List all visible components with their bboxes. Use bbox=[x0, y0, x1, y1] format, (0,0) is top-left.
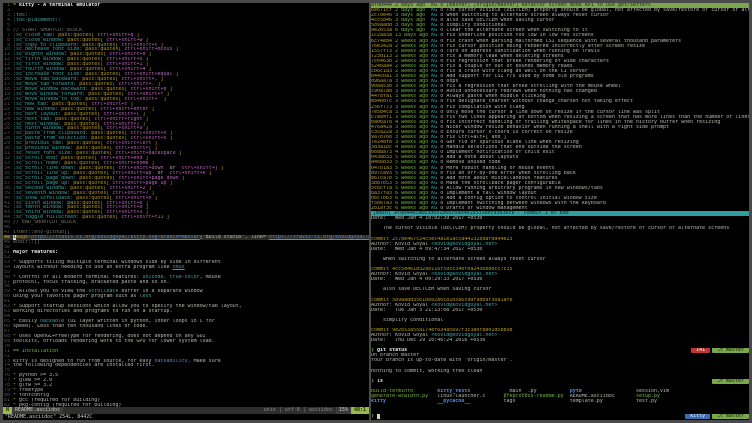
text-run: protocol, focus tracking, bracketed past… bbox=[13, 280, 170, 285]
text-run: // END_SHORTCUT_BLOCK bbox=[13, 220, 76, 225]
text-run: ] bbox=[167, 215, 170, 220]
text-run: ] bbox=[179, 151, 182, 156]
text-run: == Installation bbox=[13, 349, 58, 354]
text-run: ] bbox=[145, 117, 148, 122]
text-run: ] bbox=[148, 52, 151, 57]
text-run: Date: Tue Jan 3 21:13:08 2017 +0530 bbox=[371, 308, 482, 313]
prompt-right-badges: kitty ⎇ master bbox=[683, 414, 749, 419]
vim-statusline: N README.asciidoc unix | utf-8 | asciido… bbox=[3, 407, 369, 414]
text-run: The cursor visible (DECTCEM) property sh… bbox=[371, 226, 729, 231]
text-run: Date: Wed Jan 4 00:29:33 2017 +0530 bbox=[371, 277, 482, 282]
text-run: ] bbox=[151, 107, 154, 112]
text-run: . Make sure bbox=[188, 359, 221, 364]
text-run: working directories and programs to run … bbox=[13, 309, 173, 314]
text-run: test.py bbox=[636, 399, 657, 404]
text-run: Date: Wed Jan 4 09:47:34 2017 +0530 bbox=[371, 247, 482, 252]
text-run: `ctrl+shift+f11` bbox=[118, 215, 166, 220]
text-run: tags bbox=[503, 399, 569, 404]
text-run: __pycache__ bbox=[437, 399, 503, 404]
editor-buffer: 1= kitty - A terminal emulator2 3:toc:4:… bbox=[3, 3, 369, 407]
text-run: , mouse bbox=[200, 275, 221, 280]
statusline-spacer bbox=[63, 407, 261, 414]
statusline-scroll-percent: 15% bbox=[336, 407, 351, 414]
text-run: speed). Less than ten thousand lines of … bbox=[13, 324, 148, 329]
text-run: layouts without needing to use an extra … bbox=[13, 265, 173, 270]
cwd-badge: kitty bbox=[685, 414, 710, 419]
text-run: ] bbox=[155, 196, 158, 201]
text-run: ] bbox=[164, 97, 167, 102]
text-run: ] bbox=[170, 87, 173, 92]
pager-line: The cursor visible (DECTCEM) property sh… bbox=[371, 226, 749, 231]
vim-editor-pane[interactable]: 1= kitty - A terminal emulator2 3:toc:4:… bbox=[3, 3, 371, 420]
text-run: hackability bbox=[154, 359, 187, 364]
git-branch-badge: ⎇ master bbox=[712, 379, 749, 384]
text-run: toolkits, offloads rendering work to the… bbox=[13, 339, 215, 344]
text-run: https://travis-ci.org/kovidgoyal/kitty.s… bbox=[31, 235, 200, 240]
prompt-right-badges: ⎇ master bbox=[710, 379, 749, 384]
text-run: template.py bbox=[570, 399, 636, 404]
text-run: tmux bbox=[173, 265, 185, 270]
text-run: the following dependencies are installed… bbox=[13, 363, 154, 368]
prompt-row[interactable]: ❯ kitty ⎇ master bbox=[371, 414, 749, 419]
shell-window[interactable]: ❯ git status 141 ⎇ master On branch mast… bbox=[371, 348, 749, 419]
text-run: using your favorite pager program such a… bbox=[13, 294, 139, 299]
statusline-fileinfo: unix | utf-8 | asciidoc bbox=[261, 407, 336, 414]
text-run: Your branch is up-to-date with 'origin/m… bbox=[371, 358, 512, 363]
text-run: pass:quotes[ bbox=[82, 215, 118, 220]
git-branch-badge: ⎇ master bbox=[712, 348, 749, 353]
right-pane: afdd44e 2 days ago KG o [master] [origin… bbox=[371, 3, 749, 420]
text-run: ] bbox=[221, 166, 224, 171]
kitty-terminal-window: 1= kitty - A terminal emulator2 3:toc:4:… bbox=[0, 0, 752, 423]
git-branch-badge: ⎇ master bbox=[712, 414, 749, 419]
text-run: ] bbox=[176, 47, 179, 52]
git-log-pager: Date: Wed Jan 4 10:02:39 2017 +0530 The … bbox=[371, 216, 749, 348]
vim-mode-indicator: N bbox=[3, 407, 12, 414]
shell-cursor bbox=[377, 414, 380, 419]
travis-badge-line[interactable]: 48image:https://travis-ci.org/kovidgoyal… bbox=[3, 235, 369, 240]
vim-message-line: "README.asciidoc" 254L, 8442C bbox=[3, 414, 369, 420]
text-run: ] bbox=[170, 136, 173, 141]
text-run: https://travis-ci.org/kovidgoyal/kitty bbox=[269, 235, 369, 240]
prompt-right-badges: 141 ⎇ master bbox=[689, 348, 749, 353]
text-run: less bbox=[139, 294, 151, 299]
text-run: ] bbox=[209, 171, 212, 176]
text-run: Date: Thu Dec 29 10:46:24 2016 +0530 bbox=[371, 338, 485, 343]
text-run: simplify conditional bbox=[371, 318, 443, 323]
text-run: also save DECTCEM when saving cursor bbox=[371, 287, 491, 292]
text-run: kitty - A terminal emulator bbox=[19, 3, 100, 8]
text-run: Major features: bbox=[13, 250, 58, 255]
text-run: ls bbox=[377, 379, 383, 384]
text-run: ] bbox=[167, 92, 170, 97]
text-run: ] bbox=[170, 181, 173, 186]
text-run: :toc-placement!: bbox=[13, 18, 61, 23]
tig-log-view: afdd44e 2 days ago KG o [master] [origin… bbox=[371, 3, 749, 211]
text-run: ] bbox=[176, 72, 179, 77]
text-run: Add support for CSI r/s used by some old… bbox=[446, 74, 594, 79]
text-run: when switching to alternate screen alway… bbox=[371, 257, 546, 262]
statusline-filename: README.asciidoc bbox=[12, 407, 63, 414]
text-run: endif::[] bbox=[13, 240, 40, 245]
text-run: nothing to commit, working tree clean bbox=[371, 369, 482, 374]
text-run: ["Build status", link=" bbox=[200, 235, 269, 240]
text-run: ] bbox=[161, 77, 164, 82]
text-run: Date: Wed Jan 4 10:02:39 2017 +0530 bbox=[371, 216, 482, 221]
prompt-left: ❯ bbox=[371, 414, 380, 419]
statusline-cursor-position: 48:1 bbox=[351, 407, 369, 414]
text-run: kitty bbox=[371, 399, 437, 404]
exit-code-badge: 141 bbox=[691, 348, 710, 353]
text-run: ] bbox=[182, 176, 185, 181]
